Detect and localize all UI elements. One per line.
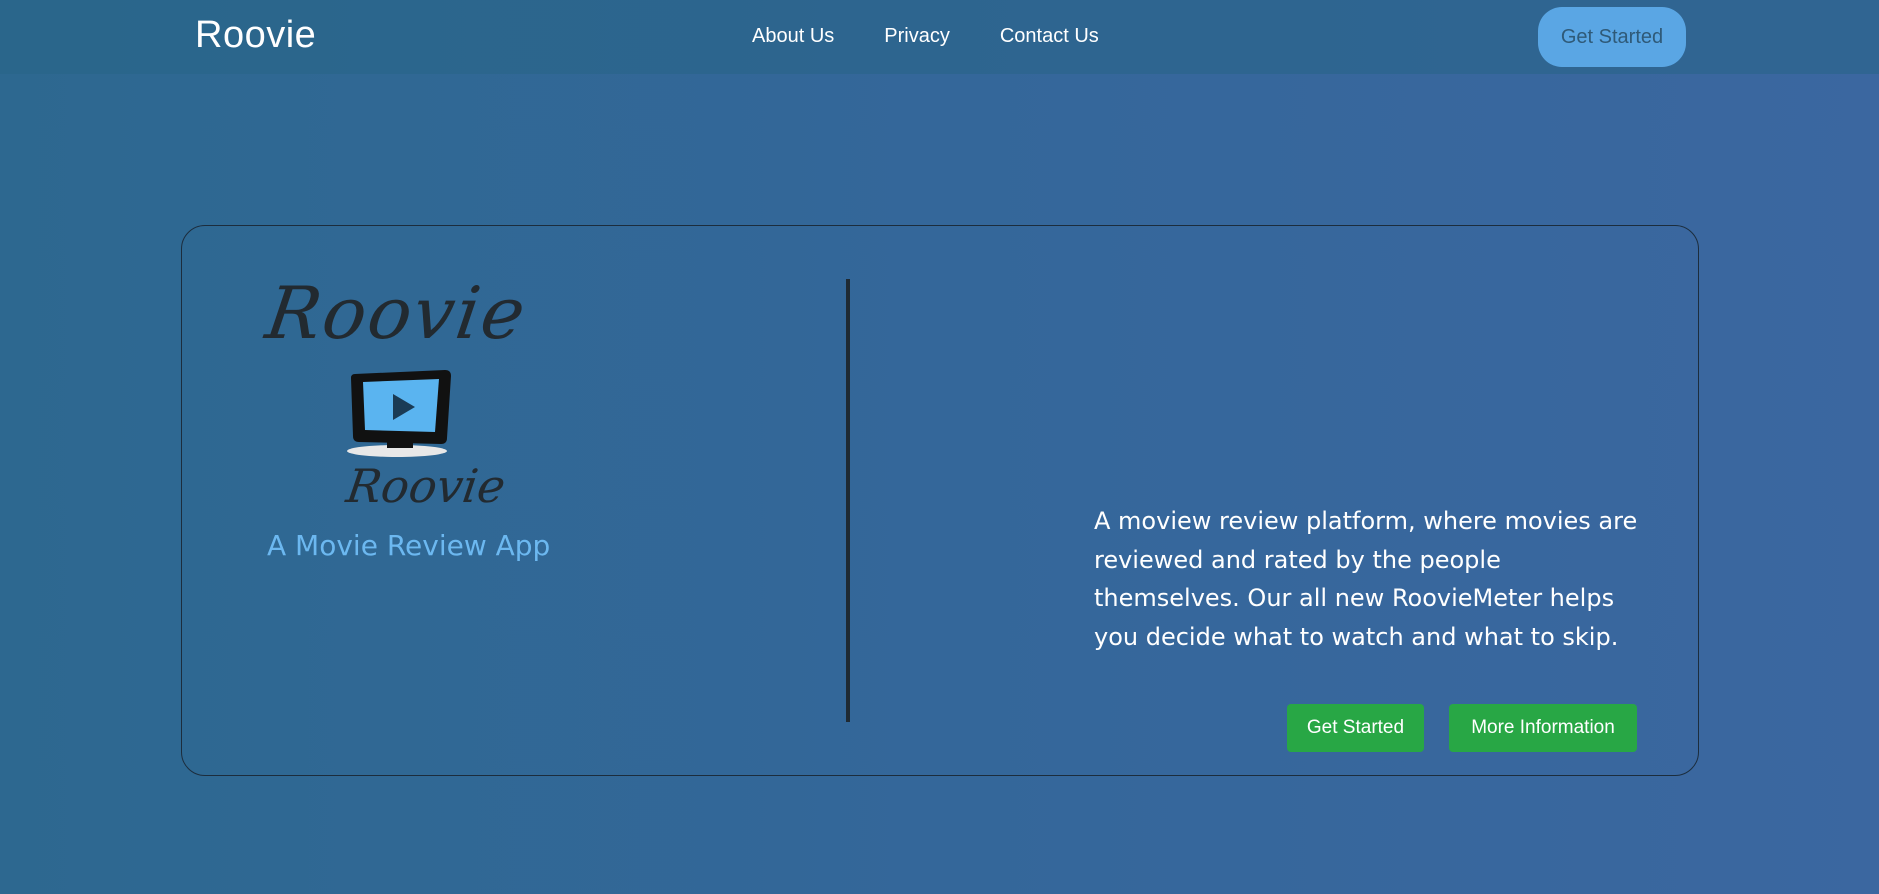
hero-description: A moview review platform, where movies a… [1094, 507, 1638, 651]
hero-card: Roovie Roovie A Movie Review App A movie… [181, 225, 1699, 776]
nav-link-about-us[interactable]: About Us [752, 25, 834, 48]
nav-link-privacy[interactable]: Privacy [884, 25, 950, 48]
more-information-button[interactable]: More Information [1449, 704, 1637, 752]
brand-logo[interactable]: Roovie [195, 14, 316, 57]
vertical-divider [846, 279, 850, 722]
nav-links: About Us Privacy Contact Us [752, 25, 1149, 48]
nav-link-contact-us[interactable]: Contact Us [1000, 25, 1099, 48]
logo-script-subtitle: Roovie [343, 459, 509, 513]
tv-play-icon [347, 366, 459, 467]
nav-get-started-button[interactable]: Get Started [1538, 7, 1686, 67]
roovie-logo-image: Roovie Roovie A Movie Review App [261, 271, 597, 571]
logo-script-title: Roovie [261, 271, 533, 355]
top-navbar: Roovie About Us Privacy Contact Us Get S… [0, 0, 1879, 74]
logo-tagline: A Movie Review App [267, 529, 551, 562]
get-started-button[interactable]: Get Started [1287, 704, 1424, 752]
